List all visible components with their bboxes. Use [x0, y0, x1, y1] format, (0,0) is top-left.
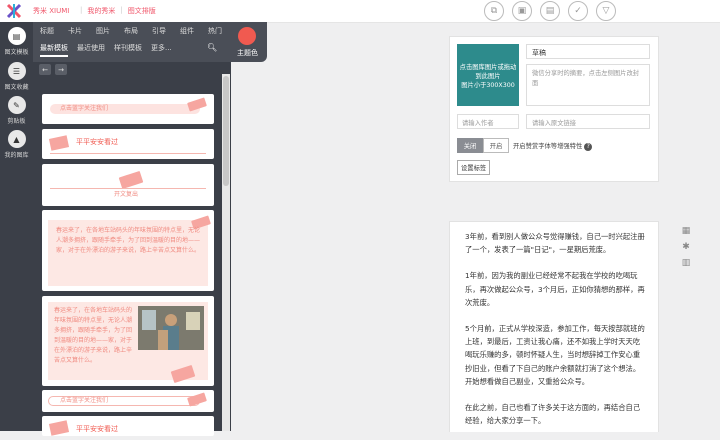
more-icon[interactable]: ▽ [596, 1, 616, 21]
stats-icon[interactable]: ▥ [681, 258, 691, 268]
search-icon[interactable]: 🔍︎ [207, 43, 217, 52]
category-tabs: 标题 卡片 图片 布局 引导 组件 热门 [40, 26, 222, 36]
cover-hint: 点击图库图片或拖动到此图片 图片小于300X300 [459, 64, 517, 89]
template-card[interactable]: 平平安安看过 [42, 129, 214, 159]
article-paragraph[interactable]: 3年前，看到别人做公众号觉得赚钱，自己一时兴起注册了一个，发表了一篇"日记"，一… [465, 230, 645, 256]
sidebar-item-label: 剪贴板 [7, 118, 26, 125]
brand-name[interactable]: 秀米 XIUMI [33, 6, 69, 16]
right-toolbar: ▦ ✱ ▥ [681, 226, 691, 274]
tab-hot[interactable]: 热门 [208, 26, 222, 36]
template-text: 春运来了，在各地车站码头的年味氛围的特点里，无论人潮多拥挤，跟随手牵手，为了回到… [54, 307, 133, 364]
template-text: 点击蓝字关注我们 [60, 397, 109, 404]
check-icon[interactable]: ✓ [568, 1, 588, 21]
favorites-icon: ☰ [7, 62, 26, 80]
sidebar-item-gallery[interactable]: ▲ 我的图库 [0, 130, 33, 159]
template-text: 平平安安看过 [76, 138, 118, 146]
template-panel: ← → 点击蓝字关注我们 平平安安看过 开文复出 春运来了，在各地车站码头的年味… [33, 62, 231, 436]
article-editor[interactable]: 3年前，看到别人做公众号觉得赚钱，自己一时兴起注册了一个，发表了一篇"日记"，一… [449, 221, 659, 432]
template-text: 平平安安看过 [76, 425, 118, 433]
sidebar-item-clipboard[interactable]: ✎ 剪贴板 [0, 96, 33, 125]
tab-sample[interactable]: 样刊模板 [114, 43, 142, 57]
toggle-on-option[interactable]: 开启 [483, 138, 509, 153]
article-paragraph[interactable]: 1年前，因为我的副业已经经常不起我在学校的吃喝玩乐，再次做起公众号，3个月后，正… [465, 269, 645, 309]
templates-icon: ▤ [7, 27, 26, 45]
title-input[interactable]: 草稿 [526, 44, 650, 59]
digest-field[interactable]: 微信分享时的摘要，点击左侧图片改封面 [526, 64, 650, 106]
toggle-note: 开启赞赏字体等增强特性? [513, 141, 593, 151]
template-card[interactable]: 开文复出 [42, 164, 214, 206]
template-text: 点击蓝字关注我们 [60, 105, 109, 112]
gallery-icon: ▲ [7, 130, 26, 148]
save-icon[interactable]: ▤ [540, 1, 560, 21]
sub-tabs: 最新模板 最近使用 样刊模板 更多... [40, 43, 172, 57]
nav-my-xiumi[interactable]: 我的秀米 [87, 6, 115, 16]
settings-icon[interactable]: ✱ [681, 242, 691, 252]
template-category-header: 标题 卡片 图片 布局 引导 组件 热门 最新模板 最近使用 样刊模板 更多..… [33, 22, 267, 62]
cover-image-dropzone[interactable]: 点击图库图片或拖动到此图片 图片小于300X300 [457, 44, 519, 106]
tab-guide[interactable]: 引导 [152, 26, 166, 36]
tab-image[interactable]: 图片 [96, 26, 110, 36]
sidebar-item-templates[interactable]: ▤ 图文模板 [0, 27, 33, 56]
tab-more[interactable]: 更多... [151, 43, 172, 57]
arrow-right-icon[interactable]: → [55, 64, 67, 75]
top-toolbar: ⧉ ▣ ▤ ✓ ▽ [484, 0, 616, 21]
template-text: 开文复出 [114, 191, 139, 198]
xiumi-logo-icon[interactable] [6, 3, 22, 19]
set-tags-button[interactable]: 设置标签 [457, 160, 491, 175]
template-card[interactable]: 平平安安看过 [42, 416, 214, 436]
source-url-input[interactable]: 请输入原文链接 [526, 114, 650, 129]
top-bar: 秀米 XIUMI | 我的秀米 | 图文排版 ⧉ ▣ ▤ ✓ ▽ [0, 0, 720, 23]
theme-color-swatch[interactable] [238, 27, 256, 45]
enhance-toggle[interactable]: 关闭 开启 [457, 138, 509, 153]
tab-latest[interactable]: 最新模板 [40, 43, 68, 57]
template-card[interactable]: 点击蓝字关注我们 [42, 94, 214, 124]
template-card[interactable]: 点击蓝字关注我们 [42, 390, 214, 412]
tab-component[interactable]: 组件 [180, 26, 194, 36]
ribbon-decoration [118, 170, 144, 190]
article-meta-card: 点击图库图片或拖动到此图片 图片小于300X300 草稿 微信分享时的摘要，点击… [449, 36, 659, 182]
tab-card[interactable]: 卡片 [68, 26, 82, 36]
article-paragraph[interactable]: 5个月前，正式从学校深造，参加工作，每天按部就班的上班，到最后，工资让我心痛，还… [465, 322, 645, 388]
help-icon[interactable]: ? [584, 143, 593, 151]
tab-title[interactable]: 标题 [40, 26, 54, 36]
tab-layout[interactable]: 布局 [124, 26, 138, 36]
template-text: 春运来了，在各地车站码头的年味氛围的特点里，无论人潮多拥挤，跟随手牵手，为了回到… [56, 227, 201, 254]
tab-recent[interactable]: 最近使用 [77, 43, 105, 57]
template-card[interactable]: 春运来了，在各地车站码头的年味氛围的特点里，无论人潮多拥挤，跟随手牵手，为了回到… [42, 296, 214, 386]
panel-nav: ← → [39, 64, 67, 75]
article-paragraph[interactable]: 在此之前，自己也看了许多关于这方面的，再结合自己经验，给大家分享一下。 [465, 401, 645, 427]
article-content[interactable]: 3年前，看到别人做公众号觉得赚钱，自己一时兴起注册了一个，发表了一篇"日记"，一… [465, 230, 645, 440]
theme-color-label: 主题色 [237, 49, 258, 57]
copy-icon[interactable]: ⧉ [484, 1, 504, 21]
save-as-icon[interactable]: ▣ [512, 1, 532, 21]
travel-photo [138, 306, 204, 350]
template-card[interactable]: 春运来了，在各地车站码头的年味氛围的特点里，无论人潮多拥挤，跟随手牵手，为了回到… [42, 210, 214, 291]
sidebar-item-label: 图文模板 [4, 49, 29, 56]
author-input[interactable]: 请输入作者 [457, 114, 519, 129]
top-nav: | 我的秀米 | 图文排版 [80, 6, 156, 16]
sidebar-item-label: 图文收藏 [4, 84, 29, 91]
sidebar-item-favorites[interactable]: ☰ 图文收藏 [0, 62, 33, 91]
grid-icon[interactable]: ▦ [681, 226, 691, 236]
scrollbar-thumb[interactable] [223, 76, 229, 186]
left-sidebar: ▤ 图文模板 ☰ 图文收藏 ✎ 剪贴板 ▲ 我的图库 [0, 22, 33, 431]
sidebar-item-label: 我的图库 [4, 152, 29, 159]
nav-layout[interactable]: 图文排版 [128, 6, 156, 16]
panel-scrollbar[interactable] [222, 74, 230, 431]
toggle-off-option[interactable]: 关闭 [457, 138, 483, 153]
clipboard-icon: ✎ [7, 96, 26, 114]
arrow-left-icon[interactable]: ← [39, 64, 51, 75]
